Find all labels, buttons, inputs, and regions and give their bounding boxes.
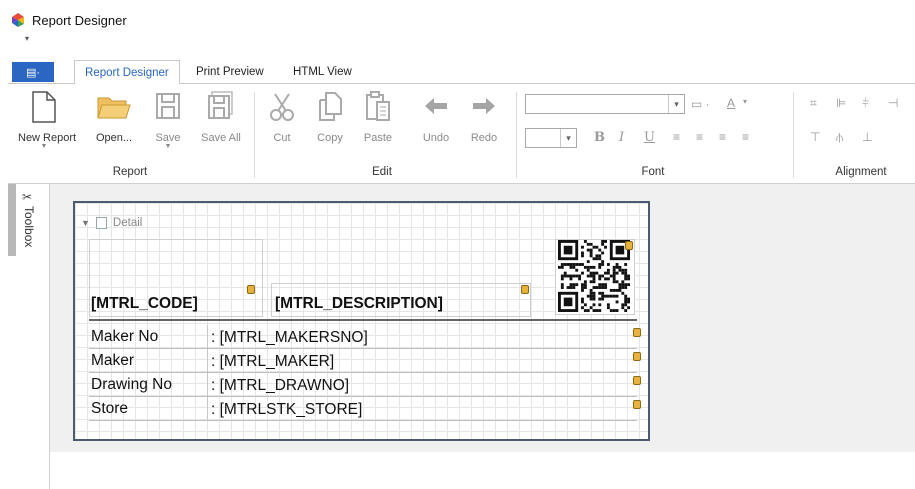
font-group-label: Font [641,166,665,178]
align-center-icon[interactable]: ≡ [696,130,703,144]
table-row[interactable]: Maker : [MTRL_MAKER] [89,349,641,373]
edit-group-label: Edit [372,166,392,178]
new-document-icon [32,91,56,123]
copy-icon [319,92,342,121]
table-row[interactable]: Store : [MTRLSTK_STORE] [89,397,641,421]
smart-tag-icon[interactable] [625,241,633,250]
chevron-down-icon: ▼ [40,143,48,150]
toolbox-grip [8,184,16,256]
align-middles-icon[interactable]: ⫛ [836,130,843,145]
smart-tag-icon[interactable] [633,376,641,385]
column-divider [207,373,208,397]
column-divider [207,397,208,421]
group-separator [516,92,517,178]
report-group-label: Report [112,166,148,178]
smart-tag-icon[interactable] [521,285,529,294]
font-name-combo[interactable]: ▾ [525,94,685,114]
table-row[interactable]: Drawing No : [MTRL_DRAWNO] [89,373,641,397]
report-page[interactable]: ▼ Detail [MTRL_CODE] [MTRL_DESCRIPTION] … [73,201,650,441]
paste-button[interactable]: Paste [352,90,404,154]
row-label: Store [91,400,129,417]
quick-access-dropdown[interactable]: ▾ [25,34,29,43]
toolbox-panel[interactable]: ✂ Toolbox [8,184,50,489]
align-centers-icon[interactable]: ⫩ [862,96,869,111]
tab-print-preview[interactable]: Print Preview [186,60,274,85]
column-divider [207,349,208,373]
qr-code-barcode[interactable] [555,239,635,315]
chevron-down-icon[interactable]: ▾ [743,97,747,106]
qr-code-icon [558,240,630,312]
redo-icon [473,98,495,114]
chevron-down-icon: ▾ [668,95,684,113]
tab-report-designer[interactable]: Report Designer [74,60,180,85]
row-value[interactable]: : [MTRL_DRAWNO] [211,377,349,395]
collapse-triangle-icon[interactable]: ▼ [81,218,90,228]
ribbon: New Report ▼ Open... Save ▼ Save All Rep… [8,84,915,184]
smart-tag-icon[interactable] [633,328,641,337]
justify-icon[interactable]: ≡ [742,130,749,144]
window-title: Report Designer [32,13,127,28]
row-label: Maker [91,352,135,369]
align-center-both-icon[interactable]: ⌗ [810,96,817,111]
chevron-down-icon: ▾ [560,129,576,147]
tab-html-view[interactable]: HTML View [283,60,362,85]
redo-button[interactable]: Redo [458,90,510,154]
cut-button[interactable]: Cut [256,90,308,154]
save-button[interactable]: Save ▼ [142,90,194,154]
save-all-icon [208,91,233,119]
field-table: Maker No : [MTRL_MAKERSNO] Maker : [MTRL… [89,325,641,421]
toolbox-label: Toolbox [22,206,36,248]
new-report-button[interactable]: New Report ▼ [18,90,76,154]
scissors-icon [270,93,294,121]
font-grow-icon[interactable]: ▭ · [691,97,710,111]
font-size-combo[interactable]: ▾ [525,128,577,148]
italic-button[interactable]: I [619,130,624,145]
file-menu-button[interactable]: ▤· [12,62,54,82]
mtrl-description-field[interactable]: [MTRL_DESCRIPTION] [275,295,443,313]
save-icon [156,93,180,119]
smart-tag-icon[interactable] [247,285,255,294]
row-value[interactable]: : [MTRL_MAKERSNO] [211,329,368,347]
bold-button[interactable]: B [594,130,605,145]
ribbon-tabstrip: ▤· Report Designer Print Preview HTML Vi… [8,60,915,85]
paste-icon [366,91,390,121]
align-rights-icon[interactable]: ⊣ [888,96,898,110]
group-separator [793,92,794,178]
mtrl-code-field[interactable]: [MTRL_CODE] [91,295,198,313]
alignment-group-label: Alignment [835,166,887,178]
align-right-icon[interactable]: ≡ [719,130,726,144]
row-label: Maker No [91,328,159,345]
row-value[interactable]: : [MTRL_MAKER] [211,353,334,371]
row-label: Drawing No [91,376,172,393]
tools-icon: ✂ [22,190,33,204]
row-value[interactable]: : [MTRLSTK_STORE] [211,401,362,419]
band-icon [95,217,107,229]
smart-tag-icon[interactable] [633,400,641,409]
title-bar: Report Designer [8,8,915,34]
align-lefts-icon[interactable]: ⊫ [836,96,846,110]
undo-icon [425,98,447,114]
align-tops-icon[interactable]: ⊤ [810,130,820,144]
font-color-button[interactable]: A [727,96,735,110]
folder-icon [97,97,131,119]
undo-button[interactable]: Undo [410,90,462,154]
smart-tag-icon[interactable] [633,352,641,361]
group-separator [254,92,255,178]
copy-button[interactable]: Copy [304,90,356,154]
column-divider [207,325,208,349]
design-surface-bottom [50,452,915,489]
underline-button[interactable]: U [644,130,655,145]
align-left-icon[interactable]: ≡ [673,130,680,144]
detail-band-label: Detail [112,217,143,229]
detail-band-header[interactable]: ▼ Detail [81,217,142,229]
chevron-down-icon: ▼ [164,143,172,150]
table-row[interactable]: Maker No : [MTRL_MAKERSNO] [89,325,641,349]
align-bottoms-icon[interactable]: ⊥ [862,130,872,144]
save-all-button[interactable]: Save All [195,90,247,154]
separator-line [89,319,637,321]
open-button[interactable]: Open... [88,90,140,154]
app-logo-icon [12,13,24,27]
